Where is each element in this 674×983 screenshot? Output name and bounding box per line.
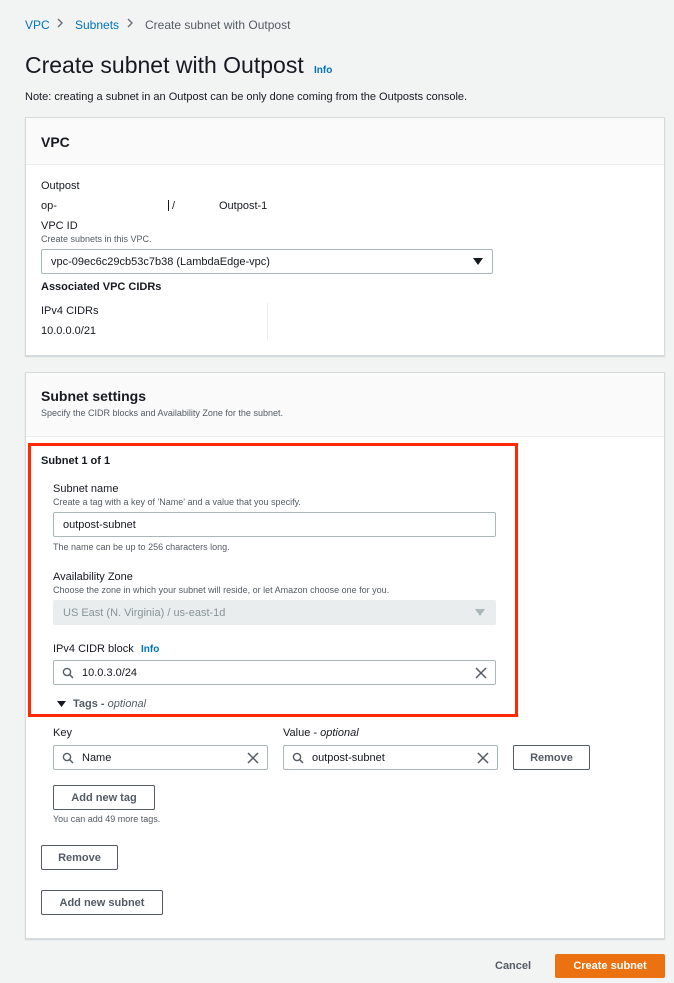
cidr-info-link[interactable]: Info: [141, 644, 159, 655]
tags-remaining-hint: You can add 49 more tags.: [53, 814, 161, 824]
subnet-name-label: Subnet name: [53, 483, 119, 495]
remove-tag-button[interactable]: Remove: [513, 745, 590, 770]
add-new-tag-button[interactable]: Add new tag: [53, 785, 155, 810]
subnet-heading: Subnet 1 of 1: [41, 455, 111, 467]
availability-zone-select[interactable]: US East (N. Virginia) / us-east-1d: [53, 600, 496, 625]
subnet-name-value: outpost-subnet: [63, 519, 136, 531]
tag-value-label: Value -: [283, 727, 318, 739]
vpc-id-description: Create subnets in this VPC.: [41, 234, 152, 244]
breadcrumb-vpc-link[interactable]: VPC: [25, 18, 50, 32]
vpc-card: VPC Outpost op- / Outpost-1 VPC ID Creat…: [25, 117, 665, 356]
subnet-settings-description: Specify the CIDR blocks and Availability…: [41, 408, 283, 418]
search-icon: [62, 667, 74, 679]
subnet-settings-header: Subnet settings Specify the CIDR blocks …: [26, 373, 664, 437]
vpc-card-title: VPC: [41, 134, 70, 150]
clear-icon[interactable]: [475, 667, 487, 679]
tag-value-optional: optional: [320, 727, 359, 739]
ipv4-cidr-block-value: 10.0.3.0/24: [82, 667, 138, 679]
tag-value-input[interactable]: outpost-subnet: [283, 745, 498, 770]
cancel-button[interactable]: Cancel: [495, 960, 531, 972]
subnet-name-description: Create a tag with a key of 'Name' and a …: [53, 497, 301, 507]
create-subnet-button[interactable]: Create subnet: [555, 954, 665, 978]
tags-label: Tags -: [73, 698, 105, 710]
tags-toggle[interactable]: Tags - optional: [57, 698, 146, 710]
vpc-cidrs-heading: Associated VPC CIDRs: [41, 281, 162, 293]
clear-icon[interactable]: [247, 752, 259, 764]
tag-key-input[interactable]: Name: [53, 745, 268, 770]
search-icon: [62, 752, 74, 764]
breadcrumb-current: Create subnet with Outpost: [145, 18, 291, 32]
outpost-id-value: op-: [41, 200, 57, 212]
subnet-settings-title: Subnet settings: [41, 388, 147, 404]
vpc-id-label: VPC ID: [41, 220, 78, 232]
page-note: Note: creating a subnet in an Outpost ca…: [25, 91, 468, 103]
ipv4-cidrs-label: IPv4 CIDRs: [41, 305, 99, 317]
tag-value-value: outpost-subnet: [312, 752, 385, 764]
column-divider: [267, 303, 268, 340]
chevron-right-icon: [124, 17, 136, 29]
ipv4-cidr-block-label: IPv4 CIDR block: [53, 643, 134, 655]
breadcrumb-subnets-link[interactable]: Subnets: [75, 18, 119, 32]
outpost-name-value: Outpost-1: [219, 200, 268, 212]
chevron-right-icon: [54, 17, 66, 29]
ipv4-cidr-value: 10.0.0.0/21: [41, 325, 97, 337]
availability-zone-value: US East (N. Virginia) / us-east-1d: [63, 607, 226, 619]
page-title: Create subnet with Outpost: [25, 52, 304, 78]
vpc-card-header: VPC: [26, 118, 664, 165]
title-info-link[interactable]: Info: [314, 65, 332, 76]
caret-down-icon: [473, 258, 483, 266]
clear-icon[interactable]: [477, 752, 489, 764]
outpost-label: Outpost: [41, 180, 80, 192]
tag-key-value: Name: [82, 752, 112, 764]
tag-value-label-group: Value - optional: [283, 727, 359, 739]
subnet-name-hint: The name can be up to 256 characters lon…: [53, 542, 230, 552]
subnet-settings-card: Subnet settings Specify the CIDR blocks …: [25, 372, 665, 939]
tag-key-label: Key: [53, 727, 72, 739]
outpost-redaction-mark: [168, 200, 169, 211]
remove-subnet-button[interactable]: Remove: [41, 845, 118, 870]
subnet-name-input[interactable]: outpost-subnet: [53, 512, 496, 537]
search-icon: [292, 752, 304, 764]
ipv4-cidr-block-input[interactable]: 10.0.3.0/24: [53, 660, 496, 685]
tags-optional: optional: [107, 698, 147, 710]
caret-down-icon: [57, 700, 66, 708]
availability-zone-label: Availability Zone: [53, 571, 133, 583]
caret-down-icon: [475, 609, 485, 617]
vpc-id-selected-value: vpc-09ec6c29cb53c7b38 (LambdaEdge-vpc): [51, 256, 270, 268]
outpost-separator: /: [172, 200, 176, 212]
availability-zone-description: Choose the zone in which your subnet wil…: [53, 585, 390, 595]
add-new-subnet-button[interactable]: Add new subnet: [41, 890, 163, 915]
vpc-id-select[interactable]: vpc-09ec6c29cb53c7b38 (LambdaEdge-vpc): [41, 249, 493, 274]
